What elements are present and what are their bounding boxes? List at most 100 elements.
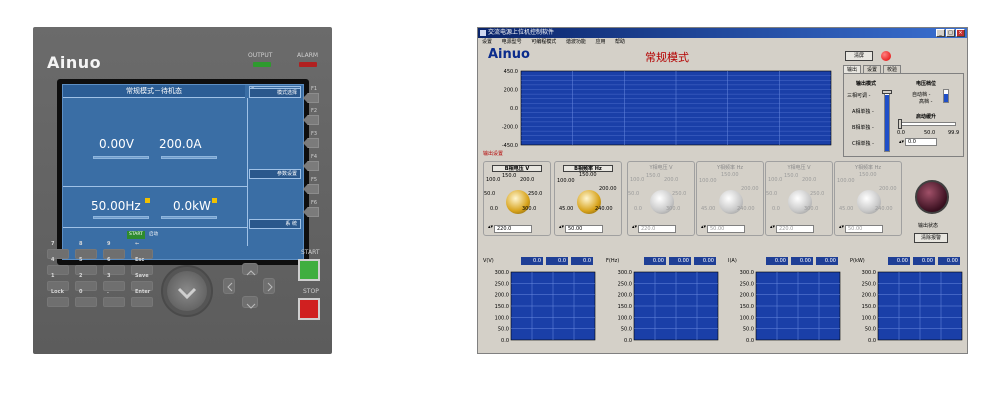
softkey-mode-select[interactable]: 模式选择 <box>249 88 301 98</box>
channel-spinner[interactable]: ▴▾ <box>488 225 493 233</box>
channel-label: Y相频率 Hz <box>716 165 744 171</box>
dial-scale-label: 300.0 <box>804 206 819 212</box>
dial-scale-label: 240.00 <box>875 206 893 212</box>
mini-chart-header: F(Hz) 0.00 0.00 0.00 <box>606 257 721 265</box>
minimize-button[interactable]: _ <box>936 29 945 37</box>
dial-scale-label: 200.00 <box>741 186 759 192</box>
y-tick-label: 50.0 <box>621 327 632 333</box>
soft-start-spinner[interactable]: ▴▾ <box>899 139 904 145</box>
soft-start-input[interactable]: 0.0 <box>905 138 937 146</box>
key-label: 0 <box>79 289 83 295</box>
key-label: 5 <box>79 257 83 263</box>
mini-chart-label: P(kW) <box>850 258 865 264</box>
menu-settings[interactable]: 设置 <box>482 39 492 45</box>
dial-scale-label: 150.0 <box>646 173 661 179</box>
y-tick-label: 200.0 <box>862 293 876 299</box>
dial-scale-label: 100.00 <box>837 178 855 184</box>
key-label: 3 <box>107 273 111 279</box>
range-slider-track[interactable] <box>943 89 949 103</box>
dial-scale-label: 240.00 <box>595 206 613 212</box>
arrow-left-key[interactable] <box>223 278 235 294</box>
mini-chart-value: 0.00 <box>816 257 838 265</box>
channel-panel: B相频率 Hz 100.00 150.00 45.00 200.00 240.00 ▴▾ 50… <box>554 161 622 236</box>
mode-a-single[interactable]: A相单独 - <box>852 108 874 115</box>
keypad-key[interactable] <box>75 297 97 307</box>
y-tick-label: 250.0 <box>740 281 754 287</box>
key-label: . <box>107 289 109 295</box>
softkey-system[interactable]: 系 统 <box>249 219 301 229</box>
start-button[interactable] <box>298 259 320 281</box>
mode-b-single[interactable]: B相单独 - <box>852 124 874 131</box>
status-led <box>881 51 891 61</box>
arrow-left-icon <box>227 282 233 292</box>
dial-scale-label: 300.0 <box>522 206 537 212</box>
tab-settings[interactable]: 设置 <box>863 65 882 73</box>
mode-three-phase[interactable]: 三相可调 - <box>847 92 870 99</box>
voltage-range-label: 电压档位 <box>916 81 937 87</box>
y-tick-label: 100.0 <box>495 315 509 321</box>
key-label: Esc <box>135 257 145 263</box>
dial-scale-label: 250.0 <box>528 191 543 197</box>
mode-slider-thumb[interactable] <box>882 90 892 94</box>
waveform-chart: 450.0 200.0 0.0 -200.0 -450.0 <box>502 69 832 148</box>
dial-scale-label: 0.0 <box>634 206 642 212</box>
channel-spinner[interactable]: ▴▾ <box>770 225 775 233</box>
close-button[interactable]: × <box>956 29 965 37</box>
key-label: 7 <box>51 241 55 247</box>
tab-output[interactable]: 输出 <box>843 65 862 73</box>
channel-value-input[interactable]: 220.0 <box>638 225 676 233</box>
clear-alarm-button[interactable]: 清除报警 <box>914 233 948 243</box>
menu-application[interactable]: 应用 <box>595 39 605 45</box>
mini-chart-value: 0.00 <box>888 257 910 265</box>
rotary-knob[interactable] <box>167 271 207 311</box>
channel-spinner[interactable]: ▴▾ <box>701 225 706 233</box>
channel-value-input[interactable]: 50.00 <box>707 225 745 233</box>
y-tick-label: 150.0 <box>495 304 509 310</box>
current-bar <box>161 156 217 159</box>
y-tick-label: 50.0 <box>865 327 876 333</box>
soft-start-slider-thumb[interactable] <box>898 119 902 129</box>
channel-spinner[interactable]: ▴▾ <box>632 225 637 233</box>
y-tick-label: 200.0 <box>495 293 509 299</box>
output-state-knob[interactable] <box>915 180 949 214</box>
channel-spinner[interactable]: ▴▾ <box>559 225 564 233</box>
mode-slider-track[interactable] <box>884 92 890 152</box>
title-bar: 交流电源上位机控制软件 _ □ × <box>478 28 967 38</box>
arrow-up-key[interactable] <box>242 263 258 276</box>
soft-start-slider-track[interactable] <box>900 122 956 126</box>
mini-chart-value: 0.00 <box>644 257 666 265</box>
keypad-key[interactable] <box>47 297 69 307</box>
frequency-readout: 50.00Hz <box>91 199 141 213</box>
keypad-key[interactable] <box>103 297 125 307</box>
channel-spinner[interactable]: ▴▾ <box>839 225 844 233</box>
dial-scale-label: 100.0 <box>630 177 645 183</box>
menu-help[interactable]: 帮助 <box>615 39 625 45</box>
menu-programmable[interactable]: 可编程模式 <box>531 39 556 45</box>
menu-model[interactable]: 电源型号 <box>502 39 522 45</box>
channel-value-input[interactable]: 220.0 <box>494 225 532 233</box>
output-state-label: 输出状态 <box>918 223 939 229</box>
stop-button[interactable] <box>298 298 320 320</box>
channel-value-input[interactable]: 220.0 <box>776 225 814 233</box>
channel-value-input[interactable]: 50.00 <box>845 225 883 233</box>
output-indicator-label: OUTPUT <box>248 52 273 59</box>
maximize-button[interactable]: □ <box>946 29 955 37</box>
key-label: ← <box>135 241 140 247</box>
arrow-down-key[interactable] <box>242 296 258 309</box>
softkey-param-setting[interactable]: 参数设置 <box>249 169 301 179</box>
channel-panel: Y相频率 Hz 100.00 150.00 45.00 200.00 240.00 ▴▾ 50… <box>696 161 764 236</box>
dial-scale-label: 150.00 <box>579 172 597 178</box>
range-high[interactable]: 高档 - <box>919 98 932 105</box>
mode-c-single[interactable]: C相单独 - <box>852 140 874 147</box>
clear-screen-button[interactable]: 清屏 <box>845 51 873 61</box>
menu-harmonic[interactable]: 谐波功能 <box>566 39 586 45</box>
keypad-key[interactable] <box>131 297 153 307</box>
arrow-right-key[interactable] <box>263 278 275 294</box>
range-auto[interactable]: 自动档 - <box>912 91 930 98</box>
arrow-down-icon <box>246 303 256 309</box>
channel-value-input[interactable]: 50.00 <box>565 225 603 233</box>
mode-slider-fill <box>885 95 889 151</box>
start-label: START <box>301 249 320 256</box>
tab-calibration[interactable]: 校验 <box>883 65 902 73</box>
knob-chevron-icon <box>177 287 197 300</box>
